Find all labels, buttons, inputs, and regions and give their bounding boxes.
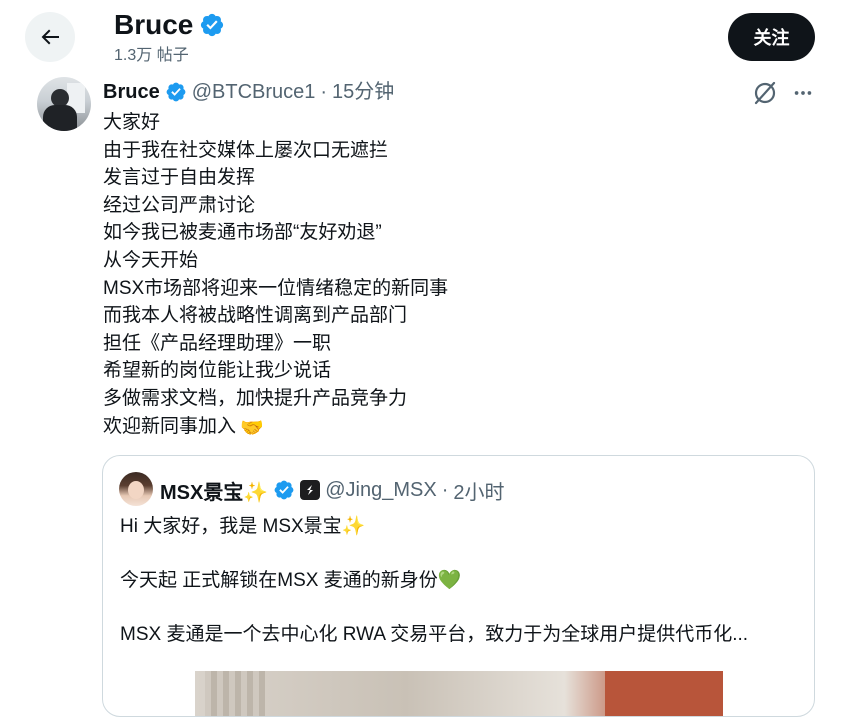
quoted-tweet-card[interactable]: MSX景宝✨ @Jing_MSX · 2小时 Hi 大家好，我是 MSX景宝✨ … (102, 455, 815, 717)
header-name: Bruce (114, 9, 194, 40)
quote-time[interactable]: 2小时 (453, 476, 504, 505)
back-button[interactable] (25, 12, 75, 62)
tweet-text: 大家好 由于我在社交媒体上屡次口无遮拦 发言过于自由发挥 经过公司严肃讨论 如今… (103, 109, 448, 442)
handshake-emoji: 🤝 (240, 417, 264, 439)
tweet-author-row: Bruce @BTCBruce1 · 15分钟 (103, 79, 394, 105)
post-count: 1.3万 帖子 (114, 47, 189, 64)
tweet-line: 经过公司严肃讨论 (103, 194, 256, 216)
verified-badge-icon (274, 480, 294, 500)
separator-dot: · (320, 81, 328, 103)
author-name[interactable]: Bruce (103, 79, 160, 105)
quote-author-handle[interactable]: @Jing_MSX (325, 479, 436, 502)
tweet-line-last: 欢迎新同事加入 🤝 (103, 413, 448, 443)
verified-badge-icon (166, 82, 186, 102)
header-title: Bruce (114, 8, 225, 42)
tweet-line: 大家好 (103, 112, 161, 133)
tweet-line: 从今天开始 (103, 249, 199, 271)
tweet-line: 希望新的岗位能让我少说话 (103, 360, 332, 382)
verified-badge-icon (201, 13, 224, 37)
tweet-line: 而我本人将被战略性调离到产品部门 (103, 305, 408, 327)
tweet-line: 欢迎新同事加入 (103, 415, 237, 437)
grok-icon[interactable] (752, 80, 778, 106)
quote-author-avatar[interactable] (119, 472, 153, 506)
quote-media-image[interactable] (195, 671, 723, 716)
organization-badge-icon[interactable] (300, 480, 321, 500)
author-avatar[interactable] (37, 77, 91, 131)
quote-author-row: MSX景宝✨ @Jing_MSX · 2小时 (160, 476, 505, 504)
arrow-left-icon (41, 29, 59, 45)
tweet-line: MSX市场部将迎来一位情绪稳定的新同事 (103, 277, 449, 299)
profile-header: Bruce 1.3万 帖子 关注 (0, 0, 852, 74)
tweet-line: 担任《产品经理助理》一职 (103, 332, 332, 354)
tweet-line: 发言过于自由发挥 (103, 167, 256, 189)
quote-text-line: Hi 大家好，我是 MSX景宝✨ (120, 516, 366, 537)
separator-dot: · (441, 478, 449, 501)
more-horizontal-icon[interactable] (790, 80, 816, 106)
tweet-line: 多做需求文档，加快提升产品竞争力 (103, 387, 408, 409)
tweet-line: 由于我在社交媒体上屡次口无遮拦 (103, 139, 389, 161)
quote-author-name[interactable]: MSX景宝✨ (160, 476, 268, 505)
quote-text-line: MSX 麦通是一个去中心化 RWA 交易平台，致力于为全球用户提供代币化... (120, 624, 749, 645)
author-handle[interactable]: @BTCBruce1 (192, 79, 316, 105)
quote-text-line: 今天起 正式解锁在MSX 麦通的新身份💚 (120, 570, 462, 591)
tweet-time[interactable]: 15分钟 (332, 79, 394, 105)
tweet-line: 如今我已被麦通市场部“友好劝退” (103, 222, 382, 244)
follow-button[interactable]: 关注 (728, 13, 815, 61)
